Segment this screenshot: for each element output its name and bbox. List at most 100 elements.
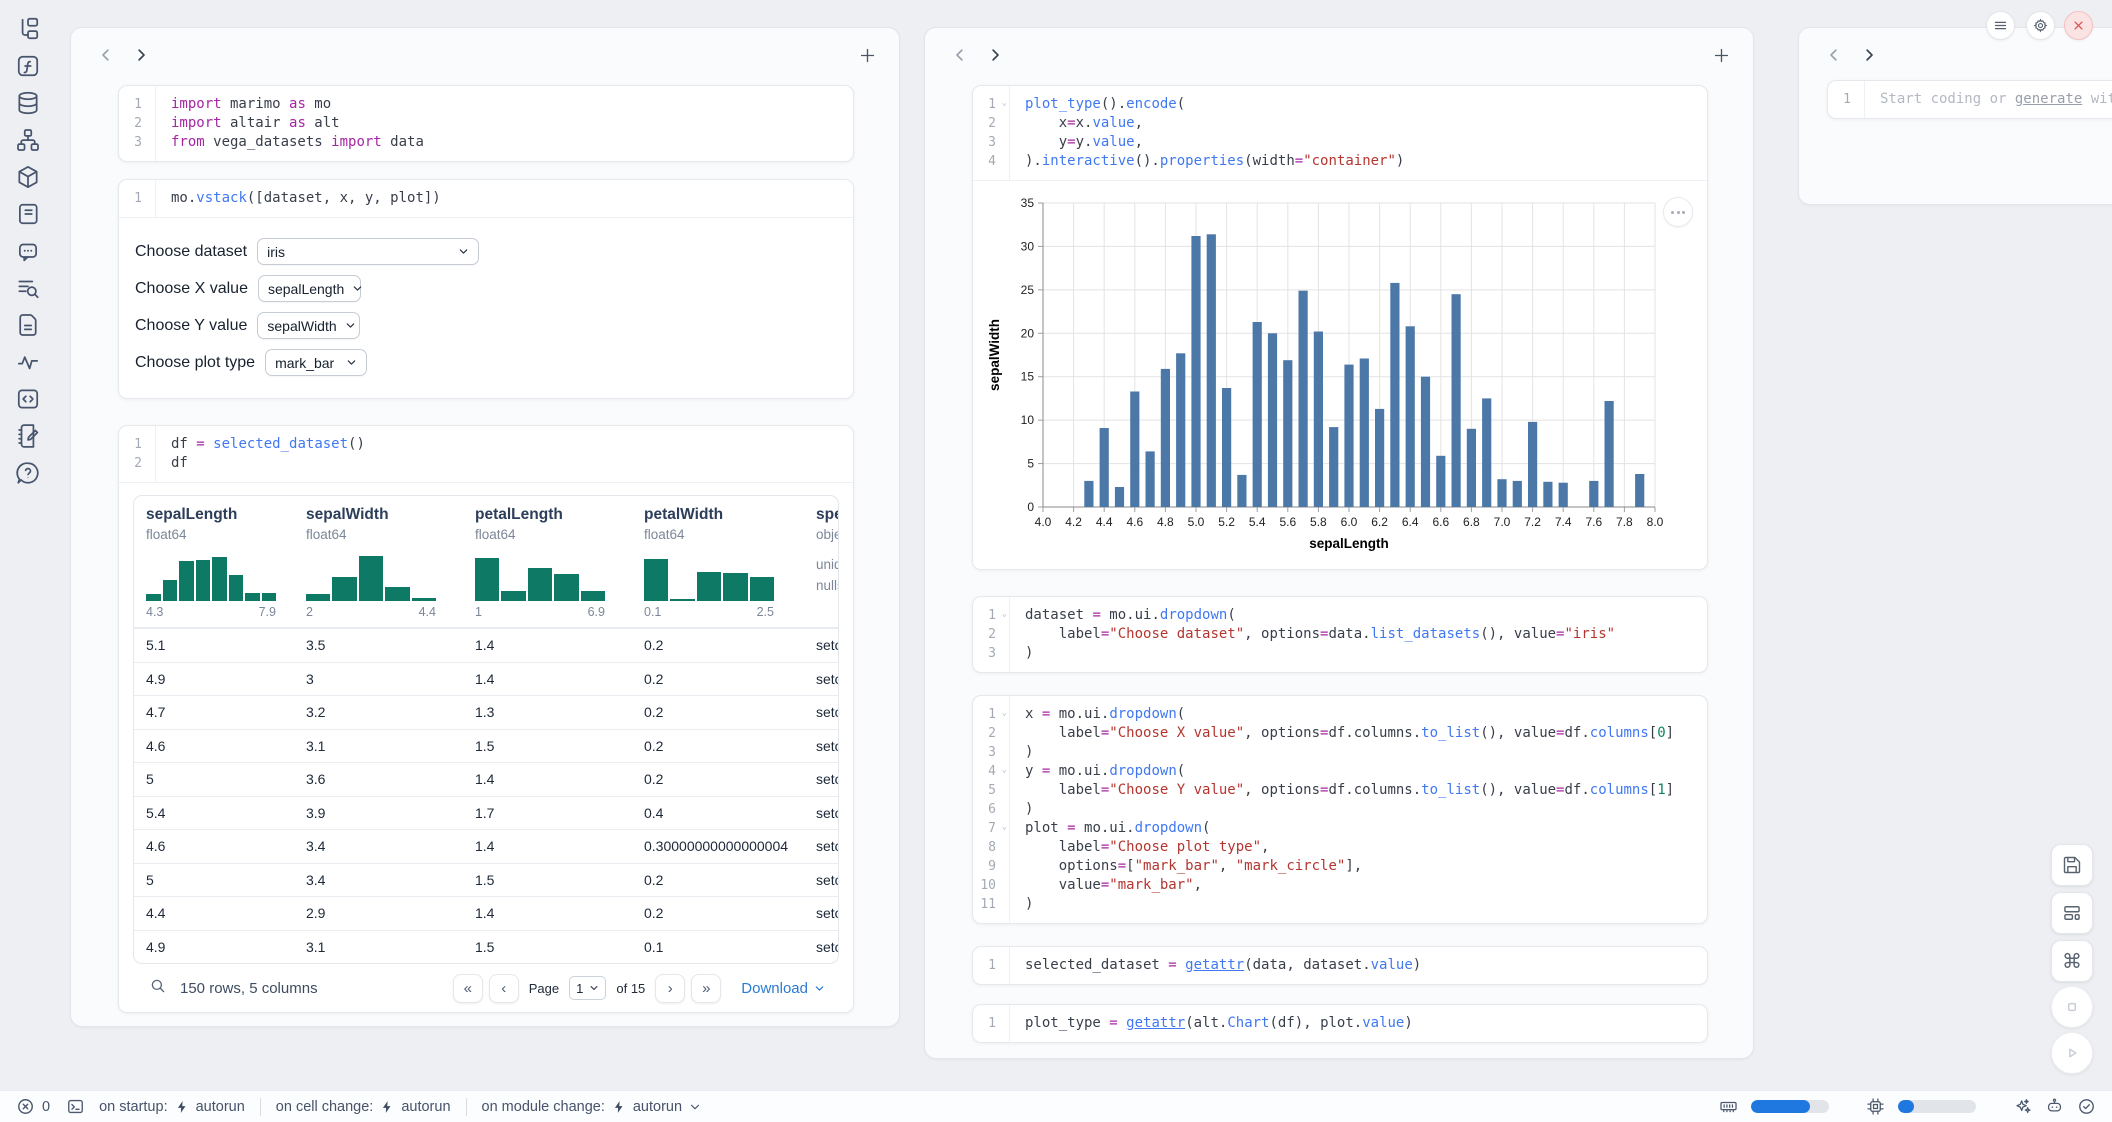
list-search-icon[interactable] — [15, 275, 41, 301]
function-square-icon[interactable] — [15, 53, 41, 79]
bot-message-icon[interactable] — [15, 238, 41, 264]
keyboard-shortcuts-icon[interactable]: ⌘ — [2051, 940, 2093, 982]
chevron-left-icon[interactable] — [951, 46, 969, 64]
table-cell: 0.2 — [632, 738, 804, 754]
column-header-petalLength[interactable]: petalLengthfloat6416.9 — [463, 506, 632, 627]
chevron-right-icon[interactable] — [986, 46, 1004, 64]
svg-text:25: 25 — [1021, 283, 1035, 297]
code-cell-xy-plot-dropdowns[interactable]: 1⌄234⌄567⌄891011x = mo.ui.dropdown( labe… — [972, 695, 1708, 924]
code-line[interactable]: plot = mo.ui.dropdown( — [1025, 819, 1707, 838]
ai-sparkles-icon[interactable] — [2013, 1097, 2032, 1116]
code-line[interactable]: x = mo.ui.dropdown( — [1025, 705, 1707, 724]
code-line[interactable]: ) — [1025, 644, 1707, 663]
code-cell-plot[interactable]: 1⌄234plot_type().encode( x=x.value, y=y.… — [972, 85, 1708, 570]
run-mode-2[interactable]: on cell change:autorun — [276, 1099, 451, 1115]
code-line[interactable]: label="Choose dataset", options=data.lis… — [1025, 625, 1707, 644]
code-cell-selected-dataset[interactable]: 1selected_dataset = getattr(data, datase… — [972, 946, 1708, 985]
line-number: 1⌄ — [973, 95, 1009, 114]
code-line[interactable]: df — [171, 454, 853, 473]
add-cell-icon[interactable] — [1712, 46, 1731, 65]
bar-chart[interactable]: 4.04.24.44.64.85.05.25.45.65.86.06.26.46… — [987, 189, 1696, 554]
code-line[interactable]: label="Choose plot type", — [1025, 838, 1707, 857]
terminal-icon[interactable] — [66, 1097, 85, 1116]
workflow-icon[interactable] — [15, 127, 41, 153]
panel-header — [1799, 28, 2112, 70]
line-number: 6 — [973, 800, 1009, 819]
file-text-icon[interactable] — [15, 312, 41, 338]
column-header-sepalLength[interactable]: sepalLengthfloat644.37.9 — [134, 506, 294, 627]
code-square-icon[interactable] — [15, 386, 41, 412]
code-cell-vstack[interactable]: 1mo.vstack([dataset, x, y, plot]) Choose… — [118, 179, 854, 399]
code-line[interactable]: from vega_datasets import data — [171, 133, 853, 152]
run-mode-1[interactable]: on startup:autorun — [99, 1099, 245, 1115]
dropdown-choose-dataset[interactable]: iris — [257, 238, 479, 265]
code-line[interactable]: Start coding or generate with — [1880, 90, 2112, 109]
code-line[interactable]: df = selected_dataset() — [171, 435, 853, 454]
activity-icon[interactable] — [15, 349, 41, 375]
code-line[interactable]: ).interactive().properties(width="contai… — [1025, 152, 1707, 171]
check-circle-icon[interactable] — [2077, 1097, 2096, 1116]
prev-page-button[interactable]: ‹ — [489, 974, 519, 1003]
column-header-sepalWidth[interactable]: sepalWidthfloat6424.4 — [294, 506, 463, 627]
copilot-bot-icon[interactable] — [2045, 1097, 2064, 1116]
dropdown-choose-y-value[interactable]: sepalWidth — [257, 312, 360, 339]
code-line[interactable]: import marimo as mo — [171, 95, 853, 114]
code-line[interactable]: label="Choose X value", options=df.colum… — [1025, 724, 1707, 743]
error-indicator[interactable]: 0 — [16, 1097, 50, 1116]
code-cell-dataframe[interactable]: 12df = selected_dataset()df sepalLengthf… — [118, 425, 854, 1013]
notebook-pen-icon[interactable] — [15, 423, 41, 449]
table-cell: 0.4 — [632, 805, 804, 821]
code-line[interactable]: ) — [1025, 895, 1707, 914]
next-page-button[interactable]: › — [655, 974, 685, 1003]
scroll-text-icon[interactable] — [15, 201, 41, 227]
code-line[interactable]: selected_dataset = getattr(data, dataset… — [1025, 956, 1707, 975]
code-line[interactable]: ) — [1025, 743, 1707, 762]
chevron-left-icon[interactable] — [1825, 46, 1843, 64]
code-line[interactable]: plot_type = getattr(alt.Chart(df), plot.… — [1025, 1014, 1707, 1033]
first-page-button[interactable]: « — [453, 974, 483, 1003]
chart-menu-icon[interactable] — [1663, 197, 1693, 227]
database-icon[interactable] — [15, 90, 41, 116]
code-cell-dataset-dropdown[interactable]: 1⌄23dataset = mo.ui.dropdown( label="Cho… — [972, 596, 1708, 673]
last-page-button[interactable]: » — [691, 974, 721, 1003]
dropdown-choose-plot-type[interactable]: mark_bar — [265, 349, 367, 376]
code-cell-plot-type[interactable]: 1plot_type = getattr(alt.Chart(df), plot… — [972, 1004, 1708, 1043]
code-line[interactable]: plot_type().encode( — [1025, 95, 1707, 114]
code-line[interactable]: dataset = mo.ui.dropdown( — [1025, 606, 1707, 625]
table-cell: 0.2 — [632, 637, 804, 653]
download-link[interactable]: Download — [741, 980, 825, 997]
code-line[interactable]: ) — [1025, 800, 1707, 819]
file-tree-icon[interactable] — [15, 16, 41, 42]
add-cell-icon[interactable] — [858, 46, 877, 65]
code-line[interactable]: y=y.value, — [1025, 133, 1707, 152]
chevron-right-icon[interactable] — [132, 46, 150, 64]
code-line[interactable]: value="mark_bar", — [1025, 876, 1707, 895]
code-line[interactable]: mo.vstack([dataset, x, y, plot]) — [171, 189, 853, 208]
code-line[interactable]: import altair as alt — [171, 114, 853, 133]
line-number: 1 — [119, 189, 155, 208]
menu-icon[interactable] — [1986, 11, 2015, 40]
close-icon[interactable] — [2064, 11, 2093, 40]
column-header-species[interactable]: speciesobjectunique:nulls: — [804, 506, 839, 627]
layout-panels-icon[interactable] — [2051, 892, 2093, 934]
line-number: 4 — [973, 152, 1009, 171]
code-cell-empty[interactable]: 1Start coding or generate with — [1827, 80, 2112, 119]
column-header-petalWidth[interactable]: petalWidthfloat640.12.5 — [632, 506, 804, 627]
code-line[interactable]: x=x.value, — [1025, 114, 1707, 133]
run-icon[interactable] — [2051, 1032, 2093, 1074]
code-cell-imports[interactable]: 123import marimo as moimport altair as a… — [118, 85, 854, 162]
page-select[interactable]: 1 — [569, 976, 606, 1000]
chevron-left-icon[interactable] — [97, 46, 115, 64]
dropdown-choose-x-value[interactable]: sepalLength — [258, 275, 361, 302]
save-icon[interactable] — [2051, 844, 2093, 886]
code-line[interactable]: label="Choose Y value", options=df.colum… — [1025, 781, 1707, 800]
help-circle-icon[interactable] — [15, 460, 41, 486]
run-mode-3[interactable]: on module change:autorun — [482, 1099, 702, 1115]
code-line[interactable]: options=["mark_bar", "mark_circle"], — [1025, 857, 1707, 876]
code-line[interactable]: y = mo.ui.dropdown( — [1025, 762, 1707, 781]
gear-icon[interactable] — [2026, 11, 2055, 40]
chevron-right-icon[interactable] — [1860, 46, 1878, 64]
search-icon[interactable] — [149, 977, 167, 999]
package-icon[interactable] — [15, 164, 41, 190]
stop-icon[interactable] — [2051, 986, 2093, 1028]
